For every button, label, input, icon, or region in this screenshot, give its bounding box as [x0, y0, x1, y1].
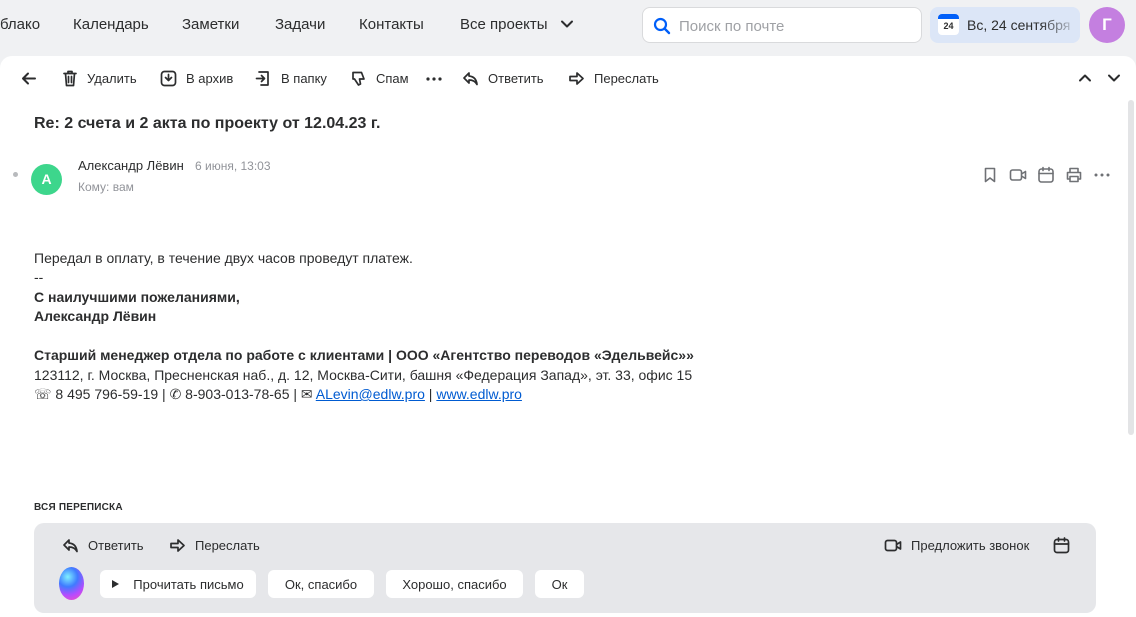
thumbs-down-icon [352, 71, 365, 86]
forward-icon [170, 538, 185, 552]
archive-button[interactable]: В архив [160, 67, 233, 89]
play-icon [112, 580, 120, 588]
spam-label: Спам [376, 70, 409, 86]
calendar-icon[interactable] [1037, 166, 1055, 184]
nav-item-cloud[interactable]: блако [0, 16, 40, 33]
calendar-icon [1053, 536, 1070, 553]
suggest-call-button[interactable]: Предложить звонок [884, 534, 1029, 556]
chevron-up-icon [1079, 74, 1091, 82]
signature-name: Александр Лёвин [34, 308, 157, 324]
forward-label: Переслать [594, 70, 659, 86]
next-message-button[interactable] [1106, 67, 1131, 89]
scrollbar[interactable] [1128, 100, 1134, 435]
bookmark-icon[interactable] [981, 166, 999, 184]
reply-button[interactable]: Ответить [462, 67, 544, 89]
message-date: 6 июня, 13:03 [195, 159, 271, 173]
date-fade [1040, 7, 1080, 43]
message-subject: Re: 2 счета и 2 акта по проекту от 12.04… [34, 115, 381, 132]
signature-separator: -- [34, 269, 44, 285]
previous-message-button[interactable] [1077, 67, 1102, 89]
quick-reply-good-thanks[interactable]: Хорошо, спасибо [386, 570, 523, 598]
reply-icon [463, 71, 478, 85]
sender-name[interactable]: Александр Лёвин [78, 158, 184, 173]
back-button[interactable] [20, 67, 46, 89]
forward-icon [569, 71, 584, 85]
ai-assistant-icon[interactable] [59, 567, 84, 600]
reply-icon [63, 538, 78, 552]
signature-contacts: ☏ 8 495 796-59-19 | ✆ 8-903-013-78-65 | … [34, 386, 522, 403]
calendar-day-icon: 24 [938, 14, 959, 35]
more-horizontal-icon [426, 76, 442, 81]
contacts-phones: ☏ 8 495 796-59-19 | ✆ 8-903-013-78-65 | … [34, 386, 316, 402]
nav-item-notes[interactable]: Заметки [182, 16, 239, 33]
forward-button[interactable]: Переслать [568, 67, 659, 89]
more-horizontal-icon[interactable] [1093, 166, 1111, 184]
quick-reply-label: Прочитать письмо [133, 576, 244, 592]
chevron-down-icon [1108, 74, 1120, 82]
body-text: Передал в оплату, в течение двух часов п… [34, 250, 413, 266]
thread-reply-label: Ответить [88, 537, 144, 553]
thread-forward-label: Переслать [195, 537, 260, 553]
quick-reply-read-aloud[interactable]: Прочитать письмо [100, 570, 256, 598]
signature-address: 123112, г. Москва, Пресненская наб., д. … [34, 367, 693, 383]
schedule-button[interactable] [1053, 534, 1079, 556]
contacts-divider: | [424, 386, 437, 402]
move-to-folder-button[interactable]: В папку [255, 67, 327, 89]
thread-reply-button[interactable]: Ответить [62, 534, 144, 556]
recipient-line[interactable]: Кому: вам [78, 180, 134, 194]
delete-button[interactable]: Удалить [62, 67, 137, 89]
nav-item-all-projects[interactable]: Все проекты [460, 16, 548, 33]
spam-button[interactable]: Спам [350, 67, 409, 89]
print-icon[interactable] [1065, 166, 1083, 184]
user-avatar[interactable]: Г [1089, 7, 1125, 43]
reply-label: Ответить [488, 70, 544, 86]
top-nav: блако Календарь Заметки Задачи Контакты … [0, 0, 1136, 50]
nav-item-contacts[interactable]: Контакты [359, 16, 424, 33]
email-link[interactable]: ALevin@edlw.pro [316, 386, 425, 402]
nav-item-calendar[interactable]: Календарь [73, 16, 149, 33]
date-widget[interactable]: 24 Вс, 24 сентября [930, 7, 1080, 43]
thread-label: ВСЯ ПЕРЕПИСКА [34, 502, 123, 513]
signature-title: Старший менеджер отдела по работе с клие… [34, 347, 694, 363]
search-icon [653, 17, 671, 35]
video-call-icon [884, 539, 902, 551]
arrow-left-icon [22, 72, 36, 84]
thread-forward-button[interactable]: Переслать [169, 534, 260, 556]
move-to-folder-label: В папку [281, 70, 327, 86]
unread-dot[interactable] [13, 172, 18, 177]
archive-icon [160, 70, 177, 86]
video-call-icon[interactable] [1009, 166, 1027, 184]
sender-avatar[interactable]: А [31, 164, 62, 195]
trash-icon [63, 70, 77, 86]
signature-regards: С наилучшими пожеланиями, [34, 289, 240, 305]
quick-reply-ok[interactable]: Ок [535, 570, 584, 598]
suggest-call-label: Предложить звонок [911, 537, 1030, 553]
nav-item-tasks[interactable]: Задачи [275, 16, 325, 33]
website-link[interactable]: www.edlw.pro [436, 386, 522, 402]
archive-label: В архив [186, 70, 234, 86]
search-box [642, 7, 922, 43]
search-input[interactable] [679, 16, 915, 36]
quick-reply-ok-thanks[interactable]: Ок, спасибо [268, 570, 374, 598]
more-actions-button[interactable] [425, 67, 452, 89]
delete-label: Удалить [87, 70, 137, 86]
chevron-down-icon[interactable] [560, 17, 574, 31]
folder-move-icon [255, 70, 269, 86]
